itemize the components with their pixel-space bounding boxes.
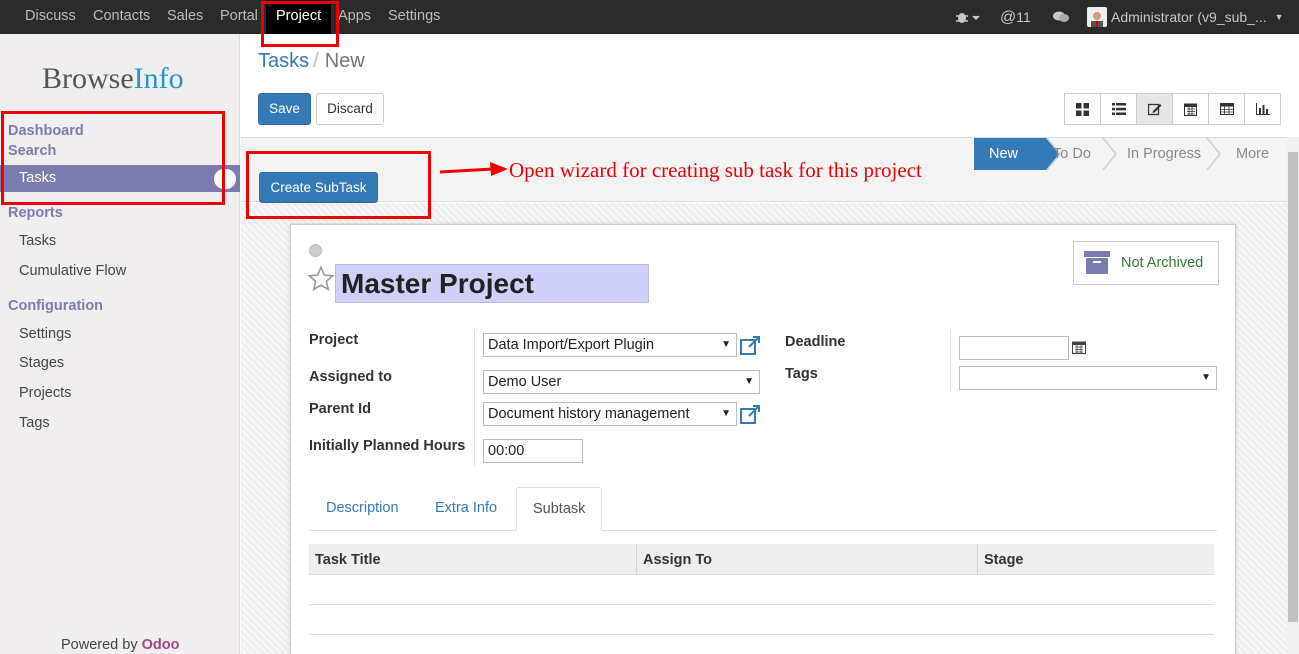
view-switcher <box>1064 93 1281 125</box>
highlight-project-menu <box>261 1 339 47</box>
kanban-icon[interactable] <box>1064 93 1101 125</box>
messages-indicator[interactable]: @11 <box>1000 0 1031 34</box>
stage-todo[interactable]: To Do <box>1053 138 1091 170</box>
arrow-icon <box>439 162 508 176</box>
stage-new[interactable]: New <box>989 138 1019 170</box>
parent-id-select[interactable]: Document history management ▼ <box>483 402 737 426</box>
column-stage[interactable]: Stage <box>984 552 1024 568</box>
odoo-link[interactable]: Odoo <box>142 637 180 653</box>
tags-select[interactable]: ▼ <box>959 366 1217 390</box>
menu-apps[interactable]: Apps <box>338 0 371 34</box>
menu-discuss[interactable]: Discuss <box>25 0 76 34</box>
scrollbar-thumb[interactable] <box>1288 152 1298 622</box>
tags-label: Tags <box>785 366 818 382</box>
archive-icon <box>1084 251 1110 278</box>
chevron-down-icon: ▼ <box>744 376 754 387</box>
external-link-icon[interactable] <box>740 336 761 359</box>
parent-id-label: Parent Id <box>309 401 372 417</box>
sidebar-section-reports: Reports <box>8 205 63 221</box>
sidebar-item-report-tasks[interactable]: Tasks <box>19 233 56 249</box>
pivot-icon[interactable] <box>1208 93 1245 125</box>
bug-icon[interactable] <box>955 0 981 34</box>
chevron-down-icon: ▼ <box>1274 12 1284 22</box>
chat-icon[interactable] <box>1052 0 1070 34</box>
menu-contacts[interactable]: Contacts <box>93 0 150 34</box>
archive-toggle-button[interactable]: Not Archived <box>1073 241 1219 285</box>
priority-dot-icon[interactable] <box>309 244 322 257</box>
top-navbar: Discuss Contacts Sales Portal Project Ap… <box>0 0 1299 34</box>
assigned-to-label: Assigned to <box>309 369 392 385</box>
form-icon[interactable] <box>1136 93 1173 125</box>
graph-icon[interactable] <box>1244 93 1281 125</box>
sidebar-item-tags[interactable]: Tags <box>19 415 50 431</box>
at-icon: @ <box>1000 9 1017 26</box>
scrollbar[interactable] <box>1287 137 1299 654</box>
tab-extra-info[interactable]: Extra Info <box>419 487 513 531</box>
archive-label: Not Archived <box>1121 255 1204 271</box>
annotation-text: Open wizard for creating sub task for th… <box>509 158 922 182</box>
column-assign-to[interactable]: Assign To <box>643 552 712 568</box>
column-divider <box>977 544 978 575</box>
breadcrumb: Tasks / New <box>258 50 365 72</box>
sidebar-item-settings[interactable]: Settings <box>19 326 71 342</box>
user-name: Administrator (v9_sub_... <box>1111 9 1267 25</box>
table-row <box>309 604 1214 605</box>
field-divider <box>950 330 951 392</box>
stage-more[interactable]: More <box>1236 138 1269 170</box>
messages-count: 11 <box>1016 9 1031 25</box>
project-label: Project <box>309 332 359 348</box>
tab-subtask[interactable]: Subtask <box>516 487 603 531</box>
column-divider <box>636 544 637 575</box>
deadline-input[interactable] <box>959 336 1069 360</box>
menu-portal[interactable]: Portal <box>220 0 258 34</box>
sidebar-section-configuration: Configuration <box>8 298 104 314</box>
avatar <box>1087 7 1107 27</box>
stage-in-progress[interactable]: In Progress <box>1127 138 1201 170</box>
external-link-icon[interactable] <box>740 405 761 428</box>
column-task-title[interactable]: Task Title <box>315 552 381 568</box>
save-button[interactable]: Save <box>258 93 311 125</box>
breadcrumb-tasks[interactable]: Tasks <box>258 50 309 72</box>
star-icon[interactable] <box>307 265 335 296</box>
chevron-down-icon: ▼ <box>721 408 731 419</box>
user-menu[interactable]: Administrator (v9_sub_... ▼ <box>1087 0 1284 34</box>
menu-sales[interactable]: Sales <box>167 0 203 34</box>
logo: BrowseInfo <box>42 62 184 95</box>
planned-hours-input[interactable]: 00:00 <box>483 439 583 463</box>
chevron-down-icon: ▼ <box>721 339 731 350</box>
planned-hours-label: Initially Planned Hours <box>309 438 466 454</box>
subtask-table-header: Task Title Assign To Stage <box>309 544 1214 575</box>
tab-description[interactable]: Description <box>310 487 415 531</box>
sidebar-item-cumulative-flow[interactable]: Cumulative Flow <box>19 263 126 279</box>
field-divider <box>474 330 475 466</box>
calendar-icon[interactable] <box>1172 93 1209 125</box>
assigned-to-select[interactable]: Demo User ▼ <box>483 370 760 394</box>
task-title-input[interactable]: Master Project <box>335 264 649 303</box>
calendar-icon[interactable] <box>1072 340 1086 357</box>
sidebar-item-projects[interactable]: Projects <box>19 385 71 401</box>
menu-settings[interactable]: Settings <box>388 0 440 34</box>
powered-by: Powered by Odoo <box>61 637 180 653</box>
sidebar-item-stages[interactable]: Stages <box>19 355 64 371</box>
highlight-create-subtask <box>246 151 431 219</box>
breadcrumb-current: New <box>324 50 365 72</box>
chevron-down-icon: ▼ <box>1201 372 1211 383</box>
discard-button[interactable]: Discard <box>316 93 384 125</box>
tab-underline <box>309 530 1217 531</box>
table-row <box>309 634 1214 635</box>
list-icon[interactable] <box>1100 93 1137 125</box>
highlight-sidebar-tasks <box>1 111 225 205</box>
project-select[interactable]: Data Import/Export Plugin ▼ <box>483 333 737 357</box>
deadline-label: Deadline <box>785 334 846 350</box>
